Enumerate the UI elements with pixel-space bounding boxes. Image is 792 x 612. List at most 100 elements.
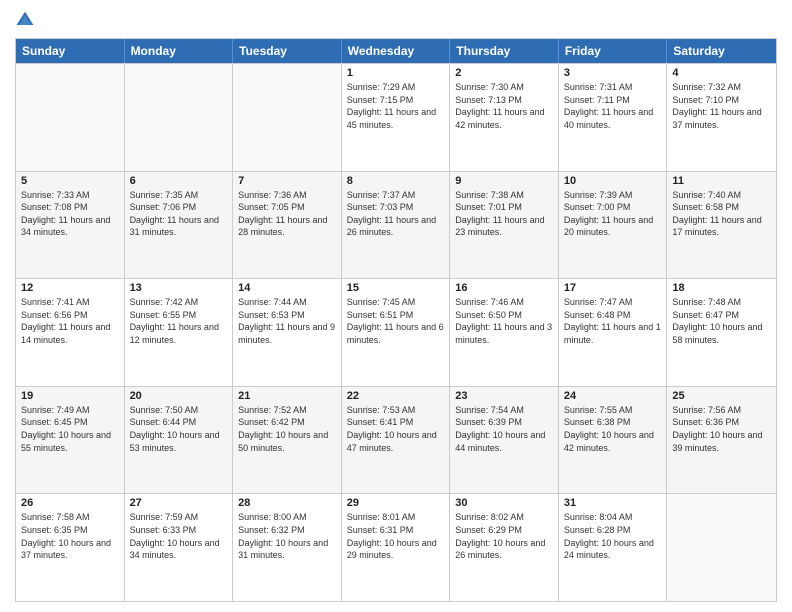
calendar-cell-5-6: 31 Sunrise: 8:04 AMSunset: 6:28 PMDayligh… [559,494,668,601]
page: SundayMondayTuesdayWednesdayThursdayFrid… [0,0,792,612]
calendar-cell-1-5: 2Sunrise: 7:30 AMSunset: 7:13 PMDaylight… [450,64,559,171]
day-number: 26 [21,497,119,509]
calendar-cell-5-3: 28 Sunrise: 8:00 AMSunset: 6:32 PMDayligh… [233,494,342,601]
day-info: Sunrise: 7:46 AMSunset: 6:50 PMDaylight:… [455,296,553,346]
day-number: 18 [672,282,771,294]
calendar: SundayMondayTuesdayWednesdayThursdayFrid… [15,38,777,602]
calendar-cell-2-7: 11 Sunrise: 7:40 AMSunset: 6:58 PMDayligh… [667,172,776,279]
day-info: Sunrise: 7:49 AMSunset: 6:45 PMDaylight:… [21,404,119,454]
calendar-cell-3-1: 12 Sunrise: 7:41 AMSunset: 6:56 PMDayligh… [16,279,125,386]
day-info: Sunrise: 7:56 AMSunset: 6:36 PMDaylight:… [672,404,771,454]
calendar-cell-5-5: 30 Sunrise: 8:02 AMSunset: 6:29 PMDayligh… [450,494,559,601]
day-number: 14 [238,282,336,294]
day-info: Sunrise: 7:32 AMSunset: 7:10 PMDaylight:… [672,81,771,131]
day-number: 27 [130,497,228,509]
calendar-cell-5-7 [667,494,776,601]
day-info: Sunrise: 8:00 AMSunset: 6:32 PMDaylight:… [238,511,336,561]
day-info: Sunrise: 8:01 AMSunset: 6:31 PMDaylight:… [347,511,445,561]
day-number: 28 [238,497,336,509]
day-number: 22 [347,390,445,402]
day-number: 15 [347,282,445,294]
logo [15,10,39,30]
day-info: Sunrise: 7:41 AMSunset: 6:56 PMDaylight:… [21,296,119,346]
day-number: 19 [21,390,119,402]
calendar-week-2: 5Sunrise: 7:33 AMSunset: 7:08 PMDaylight… [16,171,776,279]
day-number: 20 [130,390,228,402]
calendar-cell-3-7: 18 Sunrise: 7:48 AMSunset: 6:47 PMDayligh… [667,279,776,386]
day-info: Sunrise: 7:39 AMSunset: 7:00 PMDaylight:… [564,189,662,239]
day-info: Sunrise: 7:29 AMSunset: 7:15 PMDaylight:… [347,81,445,131]
calendar-cell-4-5: 23 Sunrise: 7:54 AMSunset: 6:39 PMDayligh… [450,387,559,494]
calendar-cell-3-4: 15 Sunrise: 7:45 AMSunset: 6:51 PMDayligh… [342,279,451,386]
day-number: 13 [130,282,228,294]
calendar-cell-2-3: 7 Sunrise: 7:36 AMSunset: 7:05 PMDaylight… [233,172,342,279]
day-number: 31 [564,497,662,509]
calendar-cell-4-6: 24 Sunrise: 7:55 AMSunset: 6:38 PMDayligh… [559,387,668,494]
calendar-cell-1-2 [125,64,234,171]
calendar-header: SundayMondayTuesdayWednesdayThursdayFrid… [16,39,776,63]
calendar-body: 1Sunrise: 7:29 AMSunset: 7:15 PMDaylight… [16,63,776,601]
day-number: 5 [21,175,119,187]
day-number: 10 [564,175,662,187]
calendar-week-5: 26 Sunrise: 7:58 AMSunset: 6:35 PMDayligh… [16,493,776,601]
calendar-cell-5-1: 26 Sunrise: 7:58 AMSunset: 6:35 PMDayligh… [16,494,125,601]
calendar-cell-3-2: 13 Sunrise: 7:42 AMSunset: 6:55 PMDayligh… [125,279,234,386]
calendar-cell-2-1: 5Sunrise: 7:33 AMSunset: 7:08 PMDaylight… [16,172,125,279]
calendar-cell-1-1 [16,64,125,171]
day-info: Sunrise: 7:58 AMSunset: 6:35 PMDaylight:… [21,511,119,561]
day-number: 12 [21,282,119,294]
calendar-cell-4-1: 19 Sunrise: 7:49 AMSunset: 6:45 PMDayligh… [16,387,125,494]
day-info: Sunrise: 7:47 AMSunset: 6:48 PMDaylight:… [564,296,662,346]
day-info: Sunrise: 7:48 AMSunset: 6:47 PMDaylight:… [672,296,771,346]
day-number: 3 [564,67,662,79]
logo-icon [15,10,35,30]
calendar-cell-2-5: 9Sunrise: 7:38 AMSunset: 7:01 PMDaylight… [450,172,559,279]
day-info: Sunrise: 8:02 AMSunset: 6:29 PMDaylight:… [455,511,553,561]
header-day-tuesday: Tuesday [233,39,342,63]
calendar-cell-2-2: 6 Sunrise: 7:35 AMSunset: 7:06 PMDaylight… [125,172,234,279]
calendar-week-4: 19 Sunrise: 7:49 AMSunset: 6:45 PMDayligh… [16,386,776,494]
day-number: 17 [564,282,662,294]
day-number: 7 [238,175,336,187]
day-number: 8 [347,175,445,187]
calendar-cell-4-2: 20Sunrise: 7:50 AMSunset: 6:44 PMDayligh… [125,387,234,494]
day-info: Sunrise: 7:55 AMSunset: 6:38 PMDaylight:… [564,404,662,454]
calendar-cell-1-3 [233,64,342,171]
header-day-saturday: Saturday [667,39,776,63]
header-day-wednesday: Wednesday [342,39,451,63]
day-number: 24 [564,390,662,402]
calendar-cell-1-7: 4 Sunrise: 7:32 AMSunset: 7:10 PMDaylight… [667,64,776,171]
day-number: 30 [455,497,553,509]
day-number: 11 [672,175,771,187]
day-info: Sunrise: 7:37 AMSunset: 7:03 PMDaylight:… [347,189,445,239]
day-info: Sunrise: 8:04 AMSunset: 6:28 PMDaylight:… [564,511,662,561]
header-day-sunday: Sunday [16,39,125,63]
calendar-week-3: 12 Sunrise: 7:41 AMSunset: 6:56 PMDayligh… [16,278,776,386]
day-number: 6 [130,175,228,187]
day-number: 23 [455,390,553,402]
calendar-cell-4-7: 25 Sunrise: 7:56 AMSunset: 6:36 PMDayligh… [667,387,776,494]
day-info: Sunrise: 7:40 AMSunset: 6:58 PMDaylight:… [672,189,771,239]
day-info: Sunrise: 7:59 AMSunset: 6:33 PMDaylight:… [130,511,228,561]
day-info: Sunrise: 7:52 AMSunset: 6:42 PMDaylight:… [238,404,336,454]
day-number: 4 [672,67,771,79]
calendar-cell-2-4: 8 Sunrise: 7:37 AMSunset: 7:03 PMDaylight… [342,172,451,279]
day-info: Sunrise: 7:53 AMSunset: 6:41 PMDaylight:… [347,404,445,454]
calendar-cell-2-6: 10 Sunrise: 7:39 AMSunset: 7:00 PMDayligh… [559,172,668,279]
calendar-week-1: 1Sunrise: 7:29 AMSunset: 7:15 PMDaylight… [16,63,776,171]
day-info: Sunrise: 7:38 AMSunset: 7:01 PMDaylight:… [455,189,553,239]
day-info: Sunrise: 7:54 AMSunset: 6:39 PMDaylight:… [455,404,553,454]
calendar-cell-5-4: 29 Sunrise: 8:01 AMSunset: 6:31 PMDayligh… [342,494,451,601]
day-number: 25 [672,390,771,402]
calendar-cell-3-6: 17 Sunrise: 7:47 AMSunset: 6:48 PMDayligh… [559,279,668,386]
day-info: Sunrise: 7:42 AMSunset: 6:55 PMDaylight:… [130,296,228,346]
calendar-cell-3-5: 16Sunrise: 7:46 AMSunset: 6:50 PMDayligh… [450,279,559,386]
header [15,10,777,30]
calendar-cell-3-3: 14Sunrise: 7:44 AMSunset: 6:53 PMDayligh… [233,279,342,386]
header-day-thursday: Thursday [450,39,559,63]
day-info: Sunrise: 7:45 AMSunset: 6:51 PMDaylight:… [347,296,445,346]
day-info: Sunrise: 7:35 AMSunset: 7:06 PMDaylight:… [130,189,228,239]
day-info: Sunrise: 7:36 AMSunset: 7:05 PMDaylight:… [238,189,336,239]
day-number: 29 [347,497,445,509]
day-info: Sunrise: 7:30 AMSunset: 7:13 PMDaylight:… [455,81,553,131]
